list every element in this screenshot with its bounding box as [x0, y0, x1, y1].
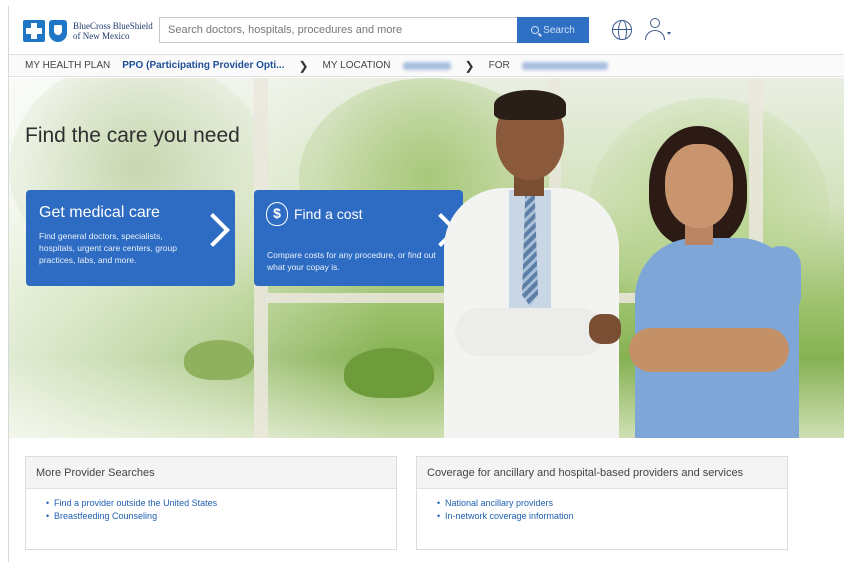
logo-line-2: of New Mexico [73, 31, 130, 41]
link-provider-outside-us[interactable]: Find a provider outside the United State… [46, 497, 396, 510]
card-description: Find general doctors, specialists, hospi… [39, 231, 177, 265]
chevron-down-icon [667, 32, 671, 35]
breadcrumb-separator-icon: ❯ [464, 58, 475, 73]
get-medical-care-card[interactable]: Get medical care Find general doctors, s… [26, 190, 235, 286]
member-value-redacted[interactable] [521, 61, 608, 70]
bush [344, 348, 434, 398]
cross-logo-icon [23, 20, 45, 42]
link-national-ancillary-providers[interactable]: National ancillary providers [437, 497, 787, 510]
dollar-icon: $ [266, 202, 288, 226]
link-list: Find a provider outside the United State… [26, 489, 396, 523]
page-frame: BlueCross BlueShield of New Mexico Searc… [8, 6, 844, 562]
logo-text: BlueCross BlueShield of New Mexico [73, 21, 153, 41]
bcbs-logo[interactable]: BlueCross BlueShield of New Mexico [23, 18, 153, 44]
nurse-head [665, 144, 733, 228]
panel-title: Coverage for ancillary and hospital-base… [417, 457, 787, 489]
search-icon [531, 26, 540, 34]
doctor-arms [455, 308, 605, 356]
link-breastfeeding-counseling[interactable]: Breastfeeding Counseling [46, 510, 396, 523]
link-in-network-coverage[interactable]: In-network coverage information [437, 510, 787, 523]
search-input[interactable] [159, 17, 519, 43]
doctor-hand [589, 314, 621, 344]
search-button[interactable]: Search [517, 17, 589, 43]
location-value-redacted[interactable] [402, 61, 451, 70]
location-label: MY LOCATION [322, 60, 391, 71]
nurse-sleeve [761, 246, 801, 316]
health-plan-label: MY HEALTH PLAN [25, 60, 111, 71]
hero-title: Find the care you need [25, 124, 240, 147]
hero-banner: Find the care you need Get medical care … [9, 78, 844, 438]
panel-title: More Provider Searches [26, 457, 396, 489]
chevron-right-icon [201, 210, 225, 260]
nurse-arms [629, 328, 789, 372]
user-body-shape [645, 30, 665, 40]
user-head-shape [650, 18, 660, 28]
more-provider-searches-panel: More Provider Searches Find a provider o… [25, 456, 397, 550]
coverage-panel: Coverage for ancillary and hospital-base… [416, 456, 788, 550]
globe-icon[interactable] [612, 20, 632, 40]
breadcrumb-separator-icon: ❯ [298, 58, 309, 73]
link-list: National ancillary providers In-network … [417, 489, 787, 523]
search-button-label: Search [543, 24, 575, 36]
health-plan-value[interactable]: PPO (Participating Provider Opti... [122, 60, 284, 71]
card-title: Get medical care [39, 204, 160, 221]
card-title: Find a cost [294, 206, 363, 222]
doctor-hair [494, 90, 566, 120]
for-label: FOR [488, 60, 510, 71]
logo-line-1: BlueCross BlueShield [73, 21, 153, 31]
shield-logo-icon [49, 20, 67, 42]
find-a-cost-card[interactable]: $ Find a cost Compare costs for any proc… [254, 190, 463, 286]
top-header: BlueCross BlueShield of New Mexico Searc… [9, 6, 844, 54]
card-description: Compare costs for any procedure, or find… [267, 250, 436, 272]
user-account-icon[interactable] [645, 18, 673, 42]
bush [184, 340, 254, 380]
plan-context-bar: MY HEALTH PLAN PPO (Participating Provid… [9, 54, 844, 77]
